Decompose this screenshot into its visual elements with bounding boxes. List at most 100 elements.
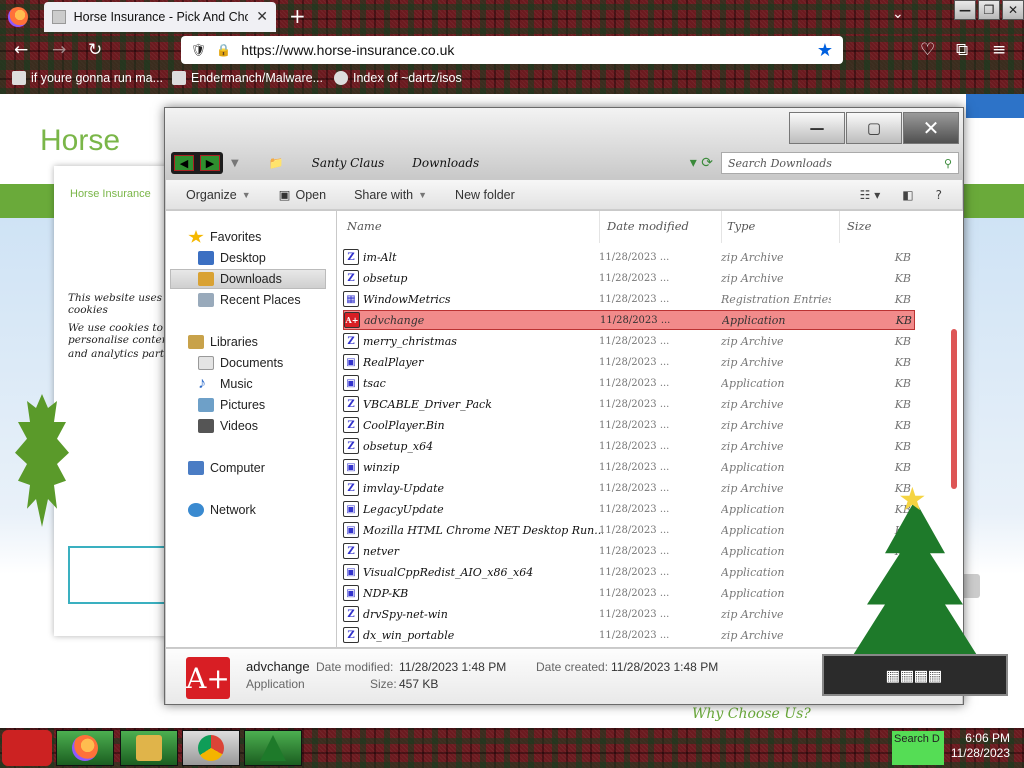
restore-button[interactable]: ❐ [978, 0, 1000, 20]
column-separator[interactable] [599, 211, 600, 243]
web-input-box[interactable] [68, 546, 168, 604]
recent-locations-chevron-icon[interactable]: ▼ [231, 158, 239, 169]
nav-label: Recent Places [220, 293, 301, 307]
file-row[interactable]: Zmerry_christmas 11/28/2023 ... zip Archiv… [343, 331, 915, 351]
file-type: zip Archive [721, 628, 784, 642]
taskbar-firefox[interactable] [56, 730, 114, 766]
bookmark-star-icon[interactable]: ★ [817, 40, 833, 61]
firefox-icon[interactable] [8, 7, 28, 27]
share-with-button[interactable]: Share with ▼ [354, 188, 427, 202]
file-type: Application [721, 586, 785, 600]
extensions-icon[interactable]: ⧉ [956, 40, 968, 60]
file-row[interactable]: Z CoolPlayer.Bin 11/28/2023 ... zip Archive… [343, 415, 915, 435]
taskbar-explorer[interactable] [120, 730, 178, 766]
nav-documents[interactable]: Documents [198, 353, 358, 373]
url-text[interactable]: https://www.horse-insurance.co.uk [241, 42, 807, 58]
nav-pictures[interactable]: Pictures [198, 395, 358, 415]
explorer-minimize-button[interactable]: — [789, 112, 845, 144]
tray-search[interactable]: Search D [892, 731, 944, 765]
explorer-close-button[interactable]: ✕ [903, 112, 959, 144]
nav-computer[interactable]: Computer [188, 458, 348, 478]
start-button[interactable] [2, 730, 52, 766]
back-button[interactable]: ◀ [174, 155, 194, 171]
open-button[interactable]: ▣ Open [279, 187, 326, 203]
column-type[interactable]: Type [727, 219, 755, 241]
bookmark-item[interactable]: if youre gonna run ma... [12, 71, 163, 85]
registry-icon: ▦ [343, 291, 359, 307]
file-name: drvSpy-net-win [363, 607, 448, 621]
lock-icon[interactable]: 🔒 [216, 43, 231, 57]
file-row[interactable]: ▣ winzip 11/28/2023 ... Application KB [343, 457, 915, 477]
explorer-maximize-button[interactable]: ▢ [846, 112, 902, 144]
search-input[interactable]: Search Downloads ⚲ [721, 152, 959, 174]
bookmark-item[interactable]: Index of ~dartz/isos [334, 71, 462, 85]
new-folder-button[interactable]: New folder [455, 188, 515, 202]
shield-icon[interactable]: 🛡 [191, 43, 206, 57]
site-logo[interactable]: Horse [40, 124, 120, 158]
url-bar[interactable]: 🛡 🔒 https://www.horse-insurance.co.uk ★ [181, 36, 843, 64]
close-window-button[interactable]: ✕ [1002, 0, 1024, 20]
file-row[interactable]: Zim-Alt 11/28/2023 ... zip Archive KB [343, 247, 915, 267]
file-name: im-Alt [363, 250, 397, 264]
nav-music[interactable]: ♪ Music [198, 374, 358, 394]
search-icon[interactable]: ⚲ [944, 157, 952, 170]
file-name: Mozilla HTML Chrome NET Desktop Run... [363, 523, 603, 537]
file-name: merry_christmas [363, 334, 457, 348]
column-name[interactable]: Name [347, 219, 382, 241]
vertical-scrollbar[interactable] [951, 329, 957, 489]
refresh-icon[interactable]: ▾ ⟳ [690, 155, 713, 171]
nav-recent-places[interactable]: Recent Places [198, 290, 358, 310]
file-row[interactable]: Zobsetup 11/28/2023 ... zip Archive KB [343, 268, 915, 288]
file-date: 11/28/2023 ... [599, 335, 670, 347]
taskbar-chrome[interactable] [182, 730, 240, 766]
view-options-icon[interactable]: ☷ ▾ [860, 188, 881, 202]
christmas-tree-widget[interactable]: ★ ▦▦▦▦ [818, 480, 1018, 720]
archive-icon: Z [343, 270, 359, 286]
breadcrumb-user[interactable]: Santy Claus [312, 156, 385, 170]
file-size: KB [894, 460, 911, 474]
column-size[interactable]: Size [847, 219, 871, 241]
clock[interactable]: 6:06 PM 11/28/2023 [951, 731, 1010, 761]
address-bar: ◀ ▶ ▼ 📁 Santy Claus Downloads ▾ ⟳ Search… [171, 150, 959, 176]
column-separator[interactable] [839, 211, 840, 243]
minimize-button[interactable]: — [954, 0, 976, 20]
archive-icon: Z [343, 396, 359, 412]
file-date: 11/28/2023 ... [600, 314, 671, 326]
nav-desktop[interactable]: Desktop [198, 248, 358, 268]
breadcrumb-downloads[interactable]: Downloads [412, 156, 479, 170]
file-row[interactable]: A+ advchange 11/28/2023 ... Application KB [343, 310, 915, 330]
column-separator[interactable] [721, 211, 722, 243]
new-tab-button[interactable]: + [289, 4, 306, 28]
web-header-tab[interactable] [966, 94, 1024, 118]
file-row[interactable]: ▣ RealPlayer 11/28/2023 ... zip Archive KB [343, 352, 915, 372]
nav-network[interactable]: Network [188, 500, 348, 520]
forward-button[interactable]: ▶ [200, 155, 220, 171]
app-icon: ▣ [343, 522, 359, 538]
reload-icon[interactable]: ↻ [88, 40, 102, 60]
forward-arrow-icon[interactable]: → [52, 40, 66, 60]
menu-icon[interactable]: ≡ [992, 40, 1006, 60]
preview-pane-icon[interactable]: ◧ [902, 188, 913, 202]
pocket-icon[interactable]: ♡ [920, 40, 935, 60]
file-type: Application [721, 502, 785, 516]
tab-list-chevron-icon[interactable]: ⌄ [892, 6, 904, 22]
nav-libraries[interactable]: Libraries [188, 332, 348, 352]
back-arrow-icon[interactable]: ← [14, 40, 28, 60]
nav-favorites[interactable]: Favorites [188, 227, 348, 247]
date-created-label: Date created: [536, 660, 609, 674]
browser-tab[interactable]: Horse Insurance - Pick And Choose ✕ [44, 2, 276, 32]
app-icon: ▣ [343, 585, 359, 601]
file-date: 11/28/2023 ... [599, 293, 670, 305]
taskbar-tree[interactable] [244, 730, 302, 766]
help-icon[interactable]: ? [936, 188, 942, 202]
file-row[interactable]: ▣ tsac 11/28/2023 ... Application KB [343, 373, 915, 393]
organize-button[interactable]: Organize ▼ [186, 188, 251, 202]
column-date-modified[interactable]: Date modified [607, 219, 689, 241]
tab-close-icon[interactable]: ✕ [256, 9, 268, 25]
file-row[interactable]: ▦ WindowMetrics 11/28/2023 ... Registration… [343, 289, 915, 309]
nav-videos[interactable]: Videos [198, 416, 358, 436]
nav-downloads[interactable]: Downloads [170, 269, 326, 289]
file-row[interactable]: Zobsetup_x64 11/28/2023 ... zip Archive KB [343, 436, 915, 456]
file-row[interactable]: Z VBCABLE_Driver_Pack 11/28/2023 ... zip Ar… [343, 394, 915, 414]
bookmark-item[interactable]: Endermanch/Malware... [172, 71, 323, 85]
